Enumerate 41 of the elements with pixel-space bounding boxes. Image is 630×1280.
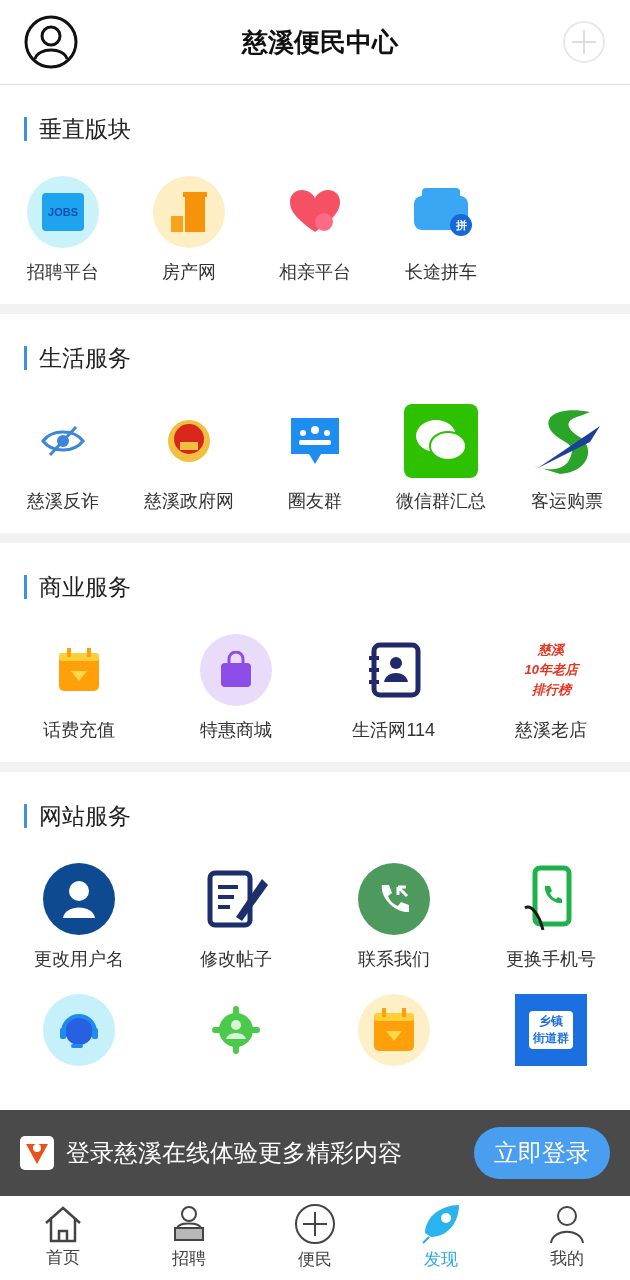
group-chat-icon [289, 416, 341, 466]
app-logo-icon [20, 1136, 54, 1170]
jobs-envelope-icon: JOBS [27, 176, 99, 248]
emblem-icon [166, 418, 212, 464]
town-group-label: 乡镇 街道群 [529, 1011, 574, 1049]
user-icon [547, 1204, 587, 1245]
service-label[interactable]: 修改帖子 [200, 946, 273, 973]
user-target-icon [210, 1004, 263, 1056]
service-label[interactable]: 相亲平台 [279, 259, 351, 286]
page-title: 慈溪便民中心 [242, 25, 398, 59]
service-label[interactable]: 联系我们 [357, 946, 430, 973]
service-label[interactable]: 慈溪老店 [515, 717, 588, 744]
service-label[interactable]: 生活网114 [352, 717, 436, 744]
service-label[interactable]: 慈溪政府网 [144, 488, 234, 515]
chat-bubbles-icon [404, 404, 478, 478]
service-label[interactable]: 微信群汇总 [396, 488, 486, 515]
ranking-label: 慈溪 10年老店 排行榜 [523, 641, 581, 699]
service-label[interactable]: 特惠商城 [200, 717, 273, 744]
crossed-eye-icon [40, 424, 86, 458]
nav-tab[interactable]: 首页 [0, 1196, 126, 1280]
section-title: 生活服务 [39, 343, 131, 373]
nav-tab[interactable]: 我的 [504, 1196, 630, 1280]
section-title: 网站服务 [39, 801, 131, 831]
profile-icon[interactable] [24, 15, 78, 69]
service-label[interactable]: 慈溪反诈 [27, 488, 99, 515]
service-label[interactable]: 话费充值 [42, 717, 115, 744]
service-label[interactable]: 长途拼车 [405, 259, 477, 286]
service-label[interactable]: 更换手机号 [506, 946, 597, 973]
calendar-gem-icon [56, 647, 101, 693]
nav-tab[interactable]: 招聘 [126, 1196, 252, 1280]
plus-circle-icon [294, 1203, 336, 1246]
section-title: 商业服务 [39, 572, 131, 602]
service-label[interactable]: 更改用户名 [33, 946, 124, 973]
service-label[interactable]: 房产网 [162, 259, 216, 286]
service-label[interactable]: 圈友群 [288, 488, 342, 515]
home-icon [43, 1205, 83, 1244]
service-label[interactable]: 客运购票 [531, 488, 603, 515]
nav-tab[interactable]: 便民 [252, 1196, 378, 1280]
banner-text: 登录慈溪在线体验更多精彩内容 [66, 1138, 403, 1168]
service-label[interactable]: 招聘平台 [27, 259, 99, 286]
section-title: 垂直版块 [39, 114, 131, 144]
